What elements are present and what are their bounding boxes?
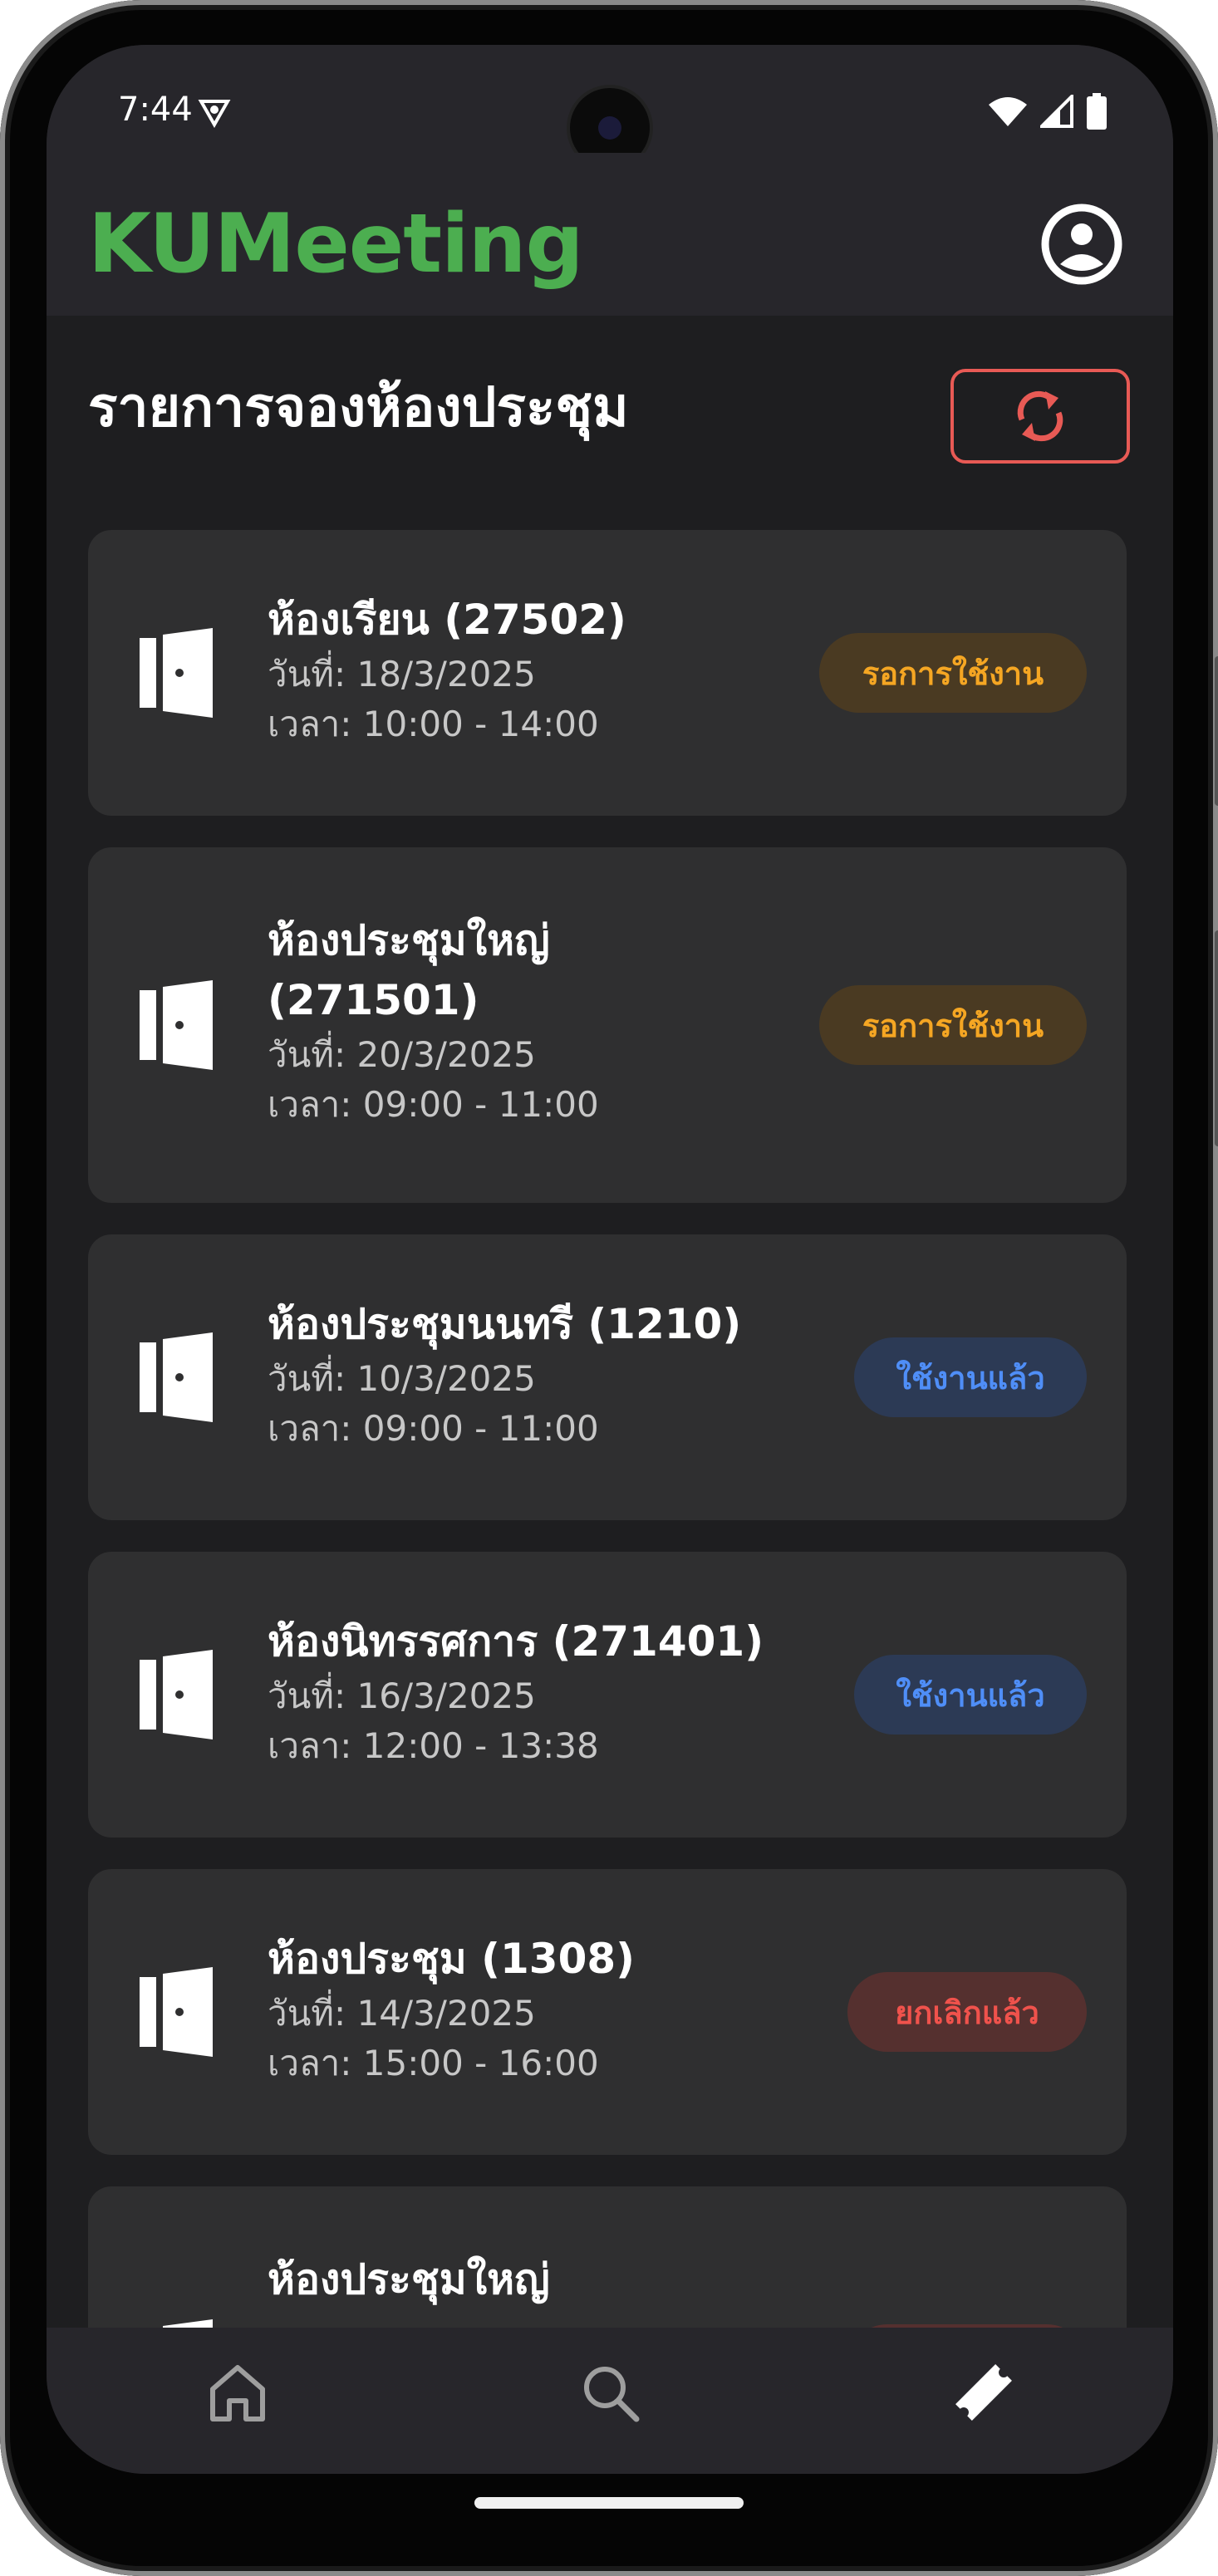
profile-icon[interactable] — [1040, 203, 1123, 286]
booking-date: วันที่: 14/3/2025 — [268, 1993, 536, 2034]
search-icon[interactable] — [577, 2359, 643, 2426]
booking-time: เวลา: 10:00 - 14:00 — [268, 704, 599, 744]
booking-card[interactable]: ห้องเรียน (27502) วันที่: 18/3/2025 เวลา… — [88, 530, 1127, 816]
door-icon — [140, 1332, 213, 1422]
status-badge: ใช้งานแล้ว — [854, 1337, 1087, 1417]
booking-time: เวลา: 12:00 - 13:38 — [268, 1725, 599, 1766]
room-name: ห้องประชุมนนทรี (1210) — [268, 1300, 742, 1348]
phone-frame: 7:44 KUMeeting รายการจองห้องประชุม ห้องเ… — [0, 0, 1218, 2576]
room-name: ห้องประชุมใหญ่ (271501) — [268, 916, 550, 1024]
wifi-icon — [989, 97, 1027, 126]
room-name: ห้องนิทรรศการ (271401) — [268, 1617, 764, 1666]
door-icon — [140, 1967, 213, 2057]
booking-time: เวลา: 15:00 - 16:00 — [268, 2043, 599, 2083]
status-badge: ใช้งานแล้ว — [854, 1655, 1087, 1735]
refresh-button[interactable] — [950, 369, 1130, 464]
home-indicator[interactable] — [474, 2497, 744, 2509]
booking-date: วันที่: 18/3/2025 — [268, 654, 536, 694]
status-time: 7:44 — [118, 91, 193, 129]
ticket-icon[interactable] — [950, 2359, 1017, 2426]
booking-card[interactable]: ห้องประชุมนนทรี (1210) วันที่: 10/3/2025… — [88, 1234, 1127, 1520]
door-icon — [140, 628, 213, 718]
door-icon — [140, 980, 213, 1070]
status-badge: รอการใช้งาน — [819, 985, 1087, 1065]
status-badge: ยกเลิกแล้ว — [847, 1972, 1087, 2052]
volume-button — [1215, 656, 1218, 806]
home-icon[interactable] — [204, 2359, 271, 2426]
booking-card[interactable]: ห้องนิทรรศการ (271401) วันที่: 16/3/2025… — [88, 1552, 1127, 1838]
booking-time: เวลา: 09:00 - 11:00 — [268, 1084, 599, 1125]
page-title: รายการจองห้องประชุม — [88, 375, 629, 439]
booking-date: วันที่: 20/3/2025 — [268, 1034, 536, 1075]
bottom-navigation — [47, 2328, 1173, 2474]
booking-card[interactable]: ห้องประชุมใหญ่ (271501) วันที่: 20/3/202… — [88, 847, 1127, 1203]
booking-date: วันที่: 16/3/2025 — [268, 1676, 536, 1716]
room-name: ห้องประชุมใหญ่ — [268, 2255, 550, 2304]
battery-icon — [1087, 93, 1107, 130]
app-logo: KUMeeting — [88, 197, 584, 292]
app-bar: KUMeeting — [47, 153, 1173, 316]
power-button — [1215, 930, 1218, 1146]
refresh-icon — [1017, 390, 1063, 442]
booking-card[interactable]: ห้องประชุม (1308) วันที่: 14/3/2025 เวลา… — [88, 1869, 1127, 2155]
status-badge: รอการใช้งาน — [819, 633, 1087, 713]
room-name: ห้องเรียน (27502) — [268, 596, 626, 644]
room-name: ห้องประชุม (1308) — [268, 1935, 636, 1983]
door-icon — [140, 1650, 213, 1739]
booking-time: เวลา: 09:00 - 11:00 — [268, 1408, 599, 1449]
cellular-signal-icon — [1040, 95, 1073, 128]
screen: 7:44 KUMeeting รายการจองห้องประชุม ห้องเ… — [47, 45, 1173, 2474]
vpn-icon — [198, 100, 231, 128]
booking-list-page: รายการจองห้องประชุม ห้องเรียน (27502) วั… — [47, 316, 1173, 2361]
booking-date: วันที่: 10/3/2025 — [268, 1358, 536, 1399]
